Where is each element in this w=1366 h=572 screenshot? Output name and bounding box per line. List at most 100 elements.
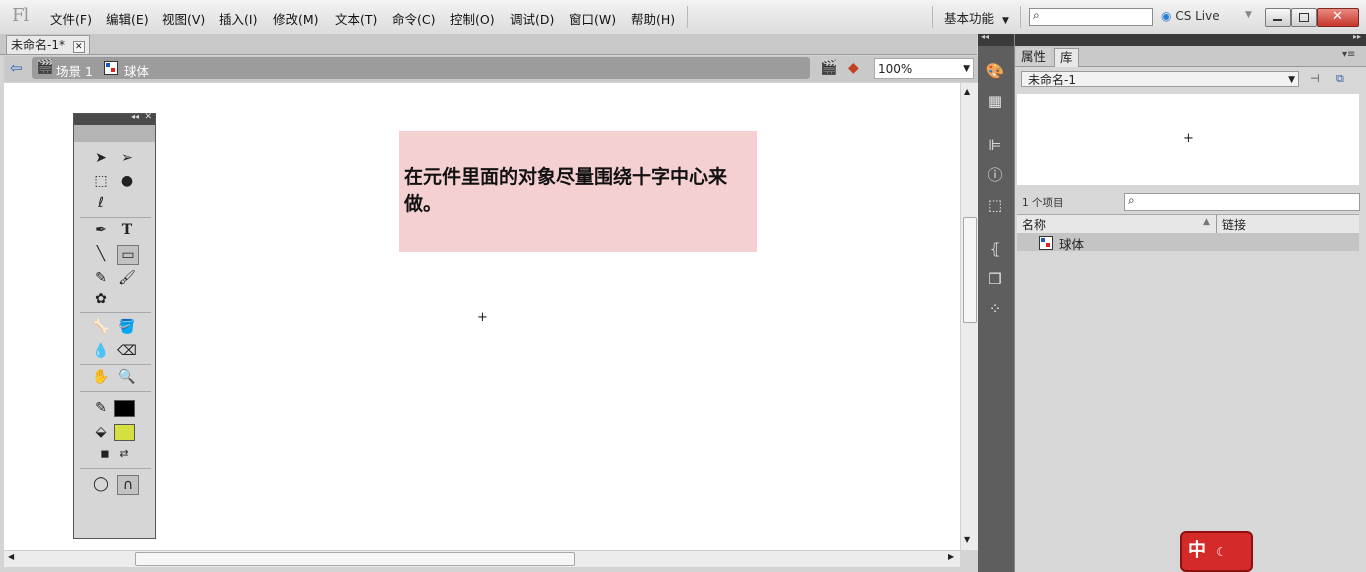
scroll-left-icon[interactable]: ◀ [8, 552, 14, 561]
breadcrumb: 🎬 场景 1 球体 [32, 57, 810, 79]
breadcrumb-symbol[interactable]: 球体 [124, 61, 149, 80]
horizontal-scrollbar[interactable]: ◀ ▶ [4, 550, 960, 567]
align-panel-icon[interactable]: ⊫ [984, 135, 1006, 155]
fill-color-swatch[interactable] [114, 424, 135, 441]
new-library-panel-icon[interactable]: ⧉ [1336, 72, 1344, 86]
library-item-name: 球体 [1059, 237, 1085, 252]
info-panel-icon[interactable]: ⓘ [984, 165, 1006, 185]
zoom-value: 100% [878, 62, 913, 76]
collapse-icon[interactable]: ◂◂ [981, 32, 989, 41]
free-transform-tool-icon[interactable]: ⬚ [91, 172, 111, 190]
expand-icon[interactable]: ▸▸ [1353, 32, 1361, 41]
motion-presets-icon[interactable]: ⁘ [984, 299, 1006, 319]
edit-scene-icon[interactable]: 🎬 [820, 60, 837, 76]
help-search-input[interactable]: ⌕ [1029, 8, 1153, 26]
library-document-select[interactable]: 未命名-1 ▼ [1021, 71, 1299, 87]
collapse-icon[interactable]: ◂◂ [131, 112, 139, 121]
tools-panel-titlebar[interactable]: ◂◂ ✕ [74, 112, 155, 125]
menu-window[interactable]: 窗口(W) [569, 9, 616, 28]
library-document-value: 未命名-1 [1028, 73, 1076, 87]
cs-live-menu[interactable]: ◉ CS Live [1161, 9, 1220, 23]
panel-header: ▸▸ [1015, 32, 1366, 46]
transform-panel-icon[interactable]: ⬚ [984, 195, 1006, 215]
breadcrumb-scene[interactable]: 场景 1 [56, 61, 93, 80]
hand-tool-icon[interactable]: ✋ [91, 368, 111, 386]
library-item-row[interactable]: 球体 [1017, 233, 1359, 252]
object-drawing-icon[interactable]: ◯ [91, 475, 111, 493]
vertical-scrollbar[interactable]: ▲ ▼ [960, 83, 978, 550]
tool-separator [80, 468, 151, 469]
menu-edit[interactable]: 编辑(E) [106, 9, 149, 28]
pen-tool-icon[interactable]: ✒ [91, 221, 111, 239]
lasso-tool-icon[interactable]: ℓ [91, 194, 111, 212]
close-window-button[interactable]: ✕ [1317, 8, 1359, 27]
color-panel-icon[interactable]: 🎨 [984, 61, 1006, 81]
menu-separator [1020, 6, 1021, 28]
chevron-down-icon[interactable]: ▼ [1245, 10, 1252, 20]
back-arrow-icon[interactable]: ⇦ [10, 59, 23, 77]
menu-control[interactable]: 控制(O) [450, 9, 495, 28]
document-tab[interactable]: 未命名-1* ✕ [6, 35, 90, 54]
actions-panel-icon[interactable]: ⦃ [984, 239, 1006, 259]
scroll-up-icon[interactable]: ▲ [964, 87, 970, 96]
components-panel-icon[interactable]: ❒ [984, 269, 1006, 289]
cs-live-label: CS Live [1175, 9, 1220, 23]
workspace-switcher[interactable]: 基本功能 ▼ [944, 8, 1009, 27]
edit-symbols-icon[interactable]: ◆ [848, 60, 859, 76]
close-tab-icon[interactable]: ✕ [72, 41, 85, 53]
menu-debug[interactable]: 调试(D) [510, 9, 554, 28]
scroll-down-icon[interactable]: ▼ [964, 535, 970, 544]
swap-colors-icon[interactable]: ⇄ [114, 445, 134, 463]
vertical-scroll-thumb[interactable] [963, 217, 977, 323]
column-linkage[interactable]: 链接 [1222, 216, 1246, 233]
rectangle-tool-icon[interactable]: ▭ [117, 245, 139, 265]
pencil-tool-icon[interactable]: ✎ [91, 269, 111, 287]
menu-separator [687, 6, 688, 28]
default-colors-icon[interactable]: ◼ [95, 445, 115, 463]
restore-button[interactable] [1291, 8, 1317, 27]
scroll-right-icon[interactable]: ▶ [948, 552, 954, 561]
3d-rotation-tool-icon[interactable]: ● [117, 172, 137, 190]
horizontal-scroll-thumb[interactable] [135, 552, 575, 566]
snap-to-objects-icon[interactable]: ∩ [117, 475, 139, 495]
zoom-select[interactable]: 100% ▼ [874, 58, 974, 79]
menu-help[interactable]: 帮助(H) [631, 9, 675, 28]
minimize-button[interactable] [1265, 8, 1291, 27]
ime-toolbar[interactable]: 中 ☾ [1180, 531, 1253, 572]
tools-panel-header [74, 125, 155, 142]
library-search-input[interactable]: ⌕ [1124, 193, 1360, 211]
menu-separator [932, 6, 933, 28]
restore-icon [1299, 13, 1309, 22]
zoom-tool-icon[interactable]: 🔍 [117, 368, 137, 386]
tab-properties[interactable]: 属性 [1016, 48, 1052, 66]
stroke-color-swatch[interactable] [114, 400, 135, 417]
column-name[interactable]: 名称 [1022, 216, 1046, 233]
pin-library-icon[interactable]: ⊣ [1310, 72, 1320, 85]
brush-tool-icon[interactable]: 🖌 [117, 269, 137, 287]
menu-view[interactable]: 视图(V) [162, 9, 205, 28]
line-tool-icon[interactable]: ╲ [91, 245, 111, 263]
document-tab-title: 未命名-1* [11, 38, 65, 52]
panel-menu-icon[interactable]: ▾≡ [1342, 49, 1355, 60]
paint-bucket-tool-icon[interactable]: 🪣 [117, 318, 137, 336]
deco-tool-icon[interactable]: ✿ [91, 290, 111, 308]
tab-library[interactable]: 库 [1054, 48, 1079, 67]
minimize-icon [1273, 19, 1282, 21]
text-tool-icon[interactable]: T [117, 221, 137, 239]
menu-commands[interactable]: 命令(C) [392, 9, 435, 28]
document-tab-bar [0, 34, 977, 55]
menu-text[interactable]: 文本(T) [335, 9, 377, 28]
subselection-tool-icon[interactable]: ➢ [117, 149, 137, 167]
menu-modify[interactable]: 修改(M) [273, 9, 319, 28]
menu-insert[interactable]: 插入(I) [219, 9, 257, 28]
eraser-tool-icon[interactable]: ⌫ [117, 342, 137, 360]
stroke-color-icon: ✎ [95, 400, 107, 416]
menu-file[interactable]: 文件(F) [50, 9, 92, 28]
stage-note-text: 在元件里面的对象尽量围绕十字中心来做。 [404, 166, 728, 215]
selection-tool-icon[interactable]: ➤ [91, 149, 111, 167]
close-icon[interactable]: ✕ [144, 112, 152, 122]
eyedropper-tool-icon[interactable]: 💧 [91, 342, 111, 360]
sort-ascending-icon[interactable]: ▲ [1203, 217, 1210, 227]
swatches-panel-icon[interactable]: ▦ [984, 91, 1006, 111]
bone-tool-icon[interactable]: 🦴 [91, 318, 111, 336]
